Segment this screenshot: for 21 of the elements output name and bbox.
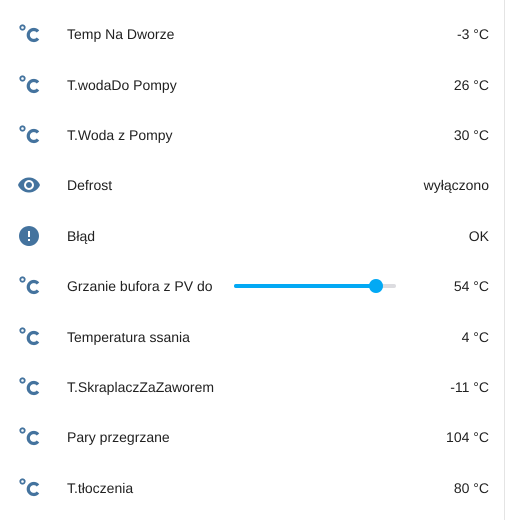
entity-value: 26 °C (454, 76, 489, 93)
entity-value: 30 °C (454, 126, 489, 143)
entity-name[interactable]: Błąd (67, 228, 469, 244)
entity-name[interactable]: T.wodaDo Pompy (67, 76, 454, 93)
entity-name[interactable]: T.tłoczenia (67, 480, 454, 496)
entity-value: OK (468, 228, 489, 244)
entity-name[interactable]: Pary przegrzane (67, 429, 446, 446)
alert-icon (17, 224, 41, 248)
entity-value: -11 °C (450, 378, 489, 395)
entity-name[interactable]: T.SkraplaczZaZaworem (67, 378, 450, 395)
entity-value: 104 °C (446, 429, 489, 446)
entity-value: wyłączono (424, 177, 489, 194)
entity-name[interactable]: Temp Na Dworze (67, 26, 457, 42)
entity-name[interactable]: Defrost (67, 177, 424, 194)
entity-name[interactable]: Temperatura ssania (67, 328, 462, 345)
entity-name[interactable]: Grzanie bufora z PV do (67, 278, 234, 294)
entity-value: 80 °C (454, 480, 489, 496)
entity-name[interactable]: T.Woda z Pompy (67, 126, 454, 143)
entity-value: 54 °C (454, 278, 489, 294)
entity-value: 4 °C (462, 328, 489, 345)
entity-value: -3 °C (456, 26, 489, 42)
